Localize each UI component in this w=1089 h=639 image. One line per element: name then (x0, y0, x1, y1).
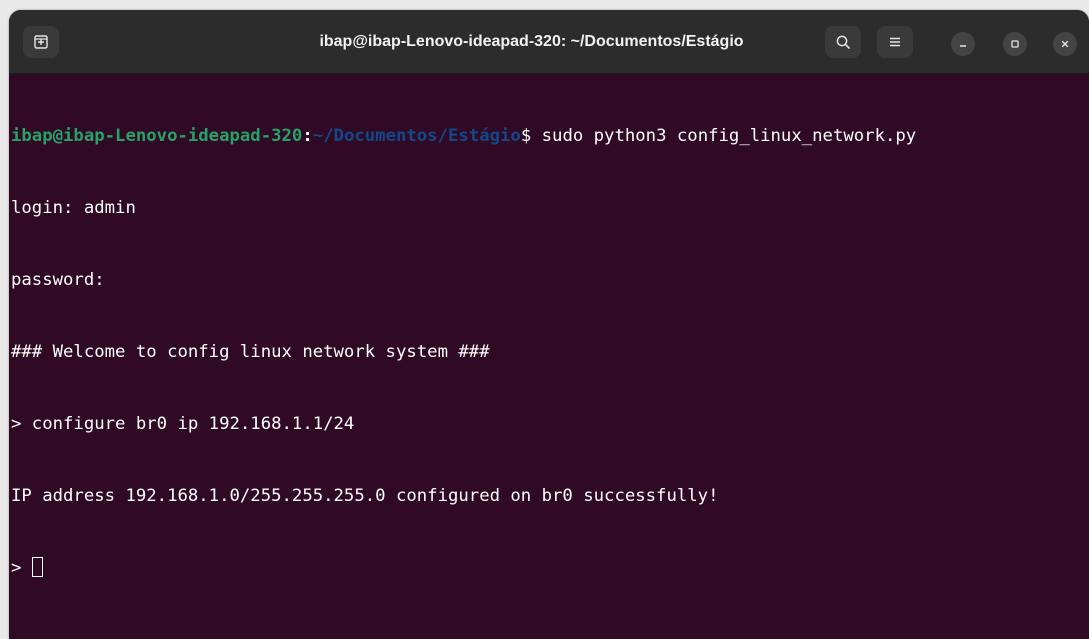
prompt-command: $ sudo python3 config_linux_network.py (520, 126, 917, 146)
output-line: login: admin (11, 198, 136, 218)
menu-button[interactable] (877, 26, 913, 58)
close-icon (1061, 40, 1069, 48)
close-button[interactable] (1053, 32, 1077, 56)
hamburger-menu-icon (890, 37, 900, 47)
output-line: password: (11, 270, 105, 290)
input-prompt: > (11, 558, 32, 578)
output-line: IP address 192.168.1.0/255.255.255.0 con… (11, 486, 719, 506)
terminal-output[interactable]: ibap@ibap-Lenovo-ideapad-320:~/Documento… (9, 74, 1089, 639)
terminal-window: ibap@ibap-Lenovo-ideapad-320: ~/Document… (9, 10, 1089, 639)
window-title: ibap@ibap-Lenovo-ideapad-320: ~/Document… (319, 33, 744, 50)
output-line: > configure br0 ip 192.168.1.1/24 (11, 414, 355, 434)
maximize-button[interactable] (1003, 32, 1027, 56)
new-tab-icon (34, 35, 48, 49)
search-icon (836, 35, 850, 49)
minimize-button[interactable] (951, 32, 975, 56)
output-line: ### Welcome to config linux network syst… (11, 342, 490, 362)
new-tab-button[interactable] (23, 26, 59, 58)
search-button[interactable] (825, 26, 861, 58)
prompt-user-host: ibap@ibap-Lenovo-ideapad-320 (11, 126, 303, 146)
minimize-icon (960, 45, 966, 47)
prompt-path: ~/Documentos/Estágio (312, 126, 521, 146)
text-cursor (31, 557, 43, 577)
prompt-line: ibap@ibap-Lenovo-ideapad-320:~/Documento… (11, 124, 1089, 148)
title-bar[interactable]: ibap@ibap-Lenovo-ideapad-320: ~/Document… (9, 10, 1089, 74)
maximize-icon (1011, 40, 1019, 48)
prompt-colon: : (302, 126, 313, 146)
input-line[interactable]: > (11, 556, 1089, 580)
